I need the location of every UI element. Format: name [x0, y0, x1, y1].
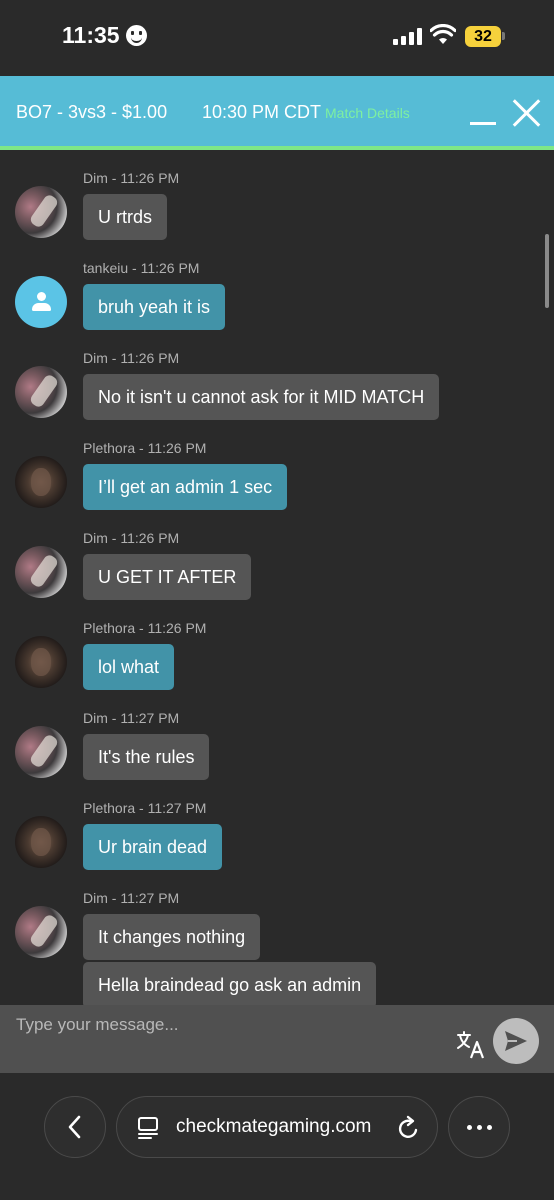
avatar[interactable] — [15, 636, 67, 688]
scrollbar[interactable] — [545, 234, 549, 308]
minimize-icon[interactable] — [470, 122, 496, 125]
chat-message: Hella braindead go ask an admin — [0, 962, 554, 1005]
message-meta: Plethora - 11:26 PM — [83, 620, 207, 636]
status-time: 11:35 — [62, 22, 147, 49]
status-bar: 11:35 32 — [0, 0, 554, 76]
message-meta: Dim - 11:26 PM — [83, 530, 180, 546]
message-meta: Dim - 11:27 PM — [83, 710, 180, 726]
person-icon — [31, 292, 51, 312]
chat-message: Dim - 11:26 PM U GET IT AFTER — [0, 514, 554, 604]
message-meta: Dim - 11:27 PM — [83, 890, 180, 906]
chat-message: Plethora - 11:27 PM Ur brain dead — [0, 784, 554, 874]
close-icon[interactable] — [511, 98, 541, 128]
avatar[interactable] — [15, 726, 67, 778]
back-button[interactable] — [44, 1096, 106, 1158]
wifi-icon — [430, 24, 456, 44]
message-bubble: Ur brain dead — [83, 824, 223, 870]
message-bubble: bruh yeah it is — [83, 284, 226, 330]
default-avatar-icon[interactable] — [15, 276, 67, 328]
status-time-label: 11:35 — [62, 22, 120, 48]
match-title: BO7 - 3vs3 - $1.00 — [16, 102, 168, 122]
send-button[interactable] — [493, 1018, 539, 1064]
avatar[interactable] — [15, 546, 67, 598]
cellular-signal-icon — [393, 28, 422, 45]
battery-cap — [502, 32, 505, 40]
smiley-icon — [125, 25, 147, 46]
chat-message: Dim - 11:27 PM It's the rules — [0, 694, 554, 784]
message-bubble: U rtrds — [83, 194, 167, 240]
avatar[interactable] — [15, 366, 67, 418]
message-meta: Plethora - 11:27 PM — [83, 800, 207, 816]
message-bubble: It changes nothing — [83, 914, 261, 960]
chat-message: Dim - 11:26 PM U rtrds — [0, 154, 554, 244]
message-bubble: I’ll get an admin 1 sec — [83, 464, 288, 510]
message-bubble: Hella braindead go ask an admin — [83, 962, 377, 1005]
chat-message: Plethora - 11:26 PM I’ll get an admin 1 s… — [0, 424, 554, 514]
message-bubble: lol what — [83, 644, 175, 690]
tabs-icon[interactable] — [137, 1116, 159, 1140]
battery-icon: 32 — [465, 26, 501, 47]
message-meta: Dim - 11:26 PM — [83, 350, 180, 366]
avatar[interactable] — [15, 816, 67, 868]
message-bubble: No it isn't u cannot ask for it MID MATC… — [83, 374, 440, 420]
avatar[interactable] — [15, 906, 67, 958]
match-details-link[interactable]: Match Details — [325, 105, 410, 121]
chat-message: Dim - 11:26 PM No it isn't u cannot ask f… — [0, 334, 554, 424]
message-input-bar — [0, 1005, 554, 1073]
avatar[interactable] — [15, 456, 67, 508]
url-text: checkmategaming.com — [176, 1116, 372, 1137]
reload-icon[interactable] — [397, 1115, 421, 1141]
chat-message: Dim - 11:27 PM It changes nothing — [0, 874, 554, 964]
more-button[interactable] — [448, 1096, 510, 1158]
message-meta: Plethora - 11:26 PM — [83, 440, 207, 456]
message-bubble: U GET IT AFTER — [83, 554, 252, 600]
chat-messages[interactable]: Dim - 11:26 PM U rtrds tankeiu - 11:26 PM b… — [0, 154, 554, 1005]
avatar[interactable] — [15, 186, 67, 238]
more-icon — [466, 1124, 472, 1130]
match-time: 10:30 PM CDT — [202, 102, 322, 122]
browser-toolbar: checkmategaming.com — [0, 1073, 554, 1200]
url-bar[interactable]: checkmategaming.com — [116, 1096, 438, 1158]
chevron-left-icon — [68, 1115, 81, 1139]
match-header: BO7 - 3vs3 - $1.00 10:30 PM CDT Match De… — [0, 76, 554, 150]
translate-icon[interactable] — [455, 1029, 487, 1061]
send-icon — [505, 1031, 527, 1051]
message-bubble: It's the rules — [83, 734, 210, 780]
message-meta: Dim - 11:26 PM — [83, 170, 180, 186]
chat-message: Plethora - 11:26 PM lol what — [0, 604, 554, 694]
chat-message: tankeiu - 11:26 PM bruh yeah it is — [0, 244, 554, 334]
message-meta: tankeiu - 11:26 PM — [83, 260, 200, 276]
message-input[interactable] — [0, 1005, 440, 1073]
